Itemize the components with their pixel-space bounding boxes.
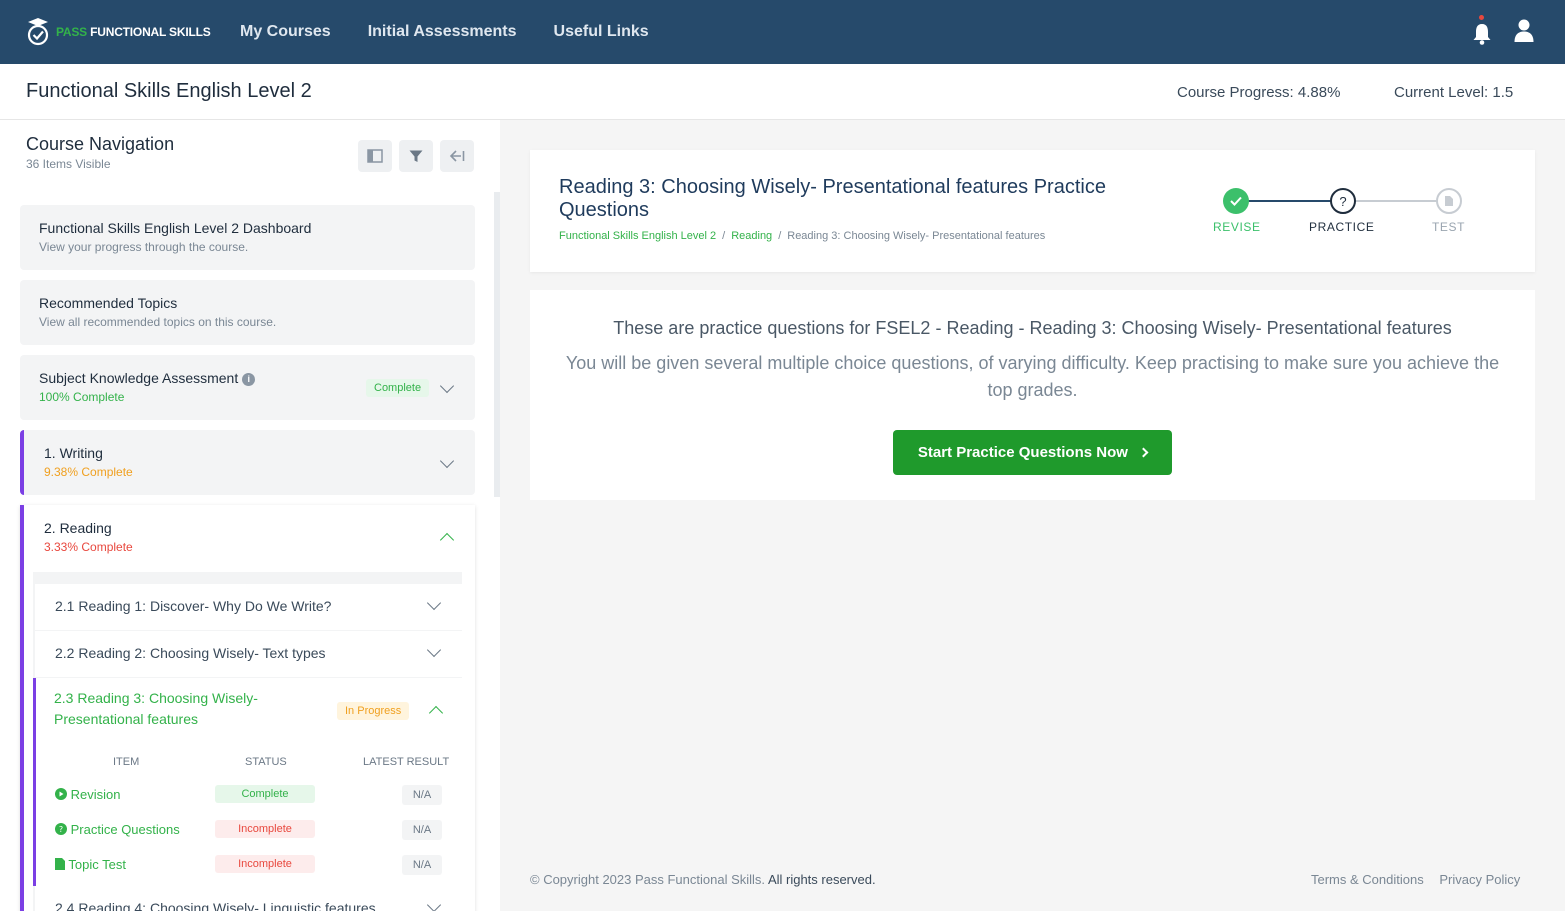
step-revise[interactable] (1223, 188, 1249, 214)
status-badge: Incomplete (215, 820, 315, 838)
status-badge: Incomplete (215, 855, 315, 873)
chevron-up-icon[interactable] (428, 705, 444, 721)
step-label-test: TEST (1432, 220, 1466, 234)
status-badge: In Progress (337, 702, 410, 720)
card-subtitle: View your progress through the course. (39, 240, 249, 254)
course-header: Functional Skills English Level 2 Course… (0, 64, 1565, 120)
card-subtitle: 100% Complete (39, 390, 125, 404)
table-header-latest-result: LATEST RESULT (363, 756, 450, 768)
card-title: 2. Reading (44, 520, 112, 536)
lesson-title: Reading 3: Choosing Wisely- Presentation… (559, 176, 1106, 221)
status-badge: Complete (215, 785, 315, 803)
step-label-practice: PRACTICE (1309, 220, 1375, 234)
table-row-topic-test[interactable]: Topic Test (55, 857, 126, 872)
logo-text-pass: PASS (56, 25, 87, 39)
practice-intro-description: You will be given several multiple choic… (565, 353, 1500, 400)
subtopic-row-active[interactable]: 2.3 Reading 3: Choosing Wisely- Presenta… (33, 678, 462, 746)
terms-link[interactable]: Terms & Conditions (1311, 872, 1424, 887)
chevron-right-icon (1138, 447, 1149, 458)
step-practice[interactable]: ? (1330, 188, 1356, 214)
question-mark-icon: ? (1339, 193, 1347, 209)
subject-knowledge-assessment-card[interactable]: Subject Knowledge Assessment i 100% Compl… (20, 355, 475, 420)
card-title: Recommended Topics (39, 295, 178, 311)
subtopic-row[interactable]: 2.2 Reading 2: Choosing Wisely- Text typ… (35, 631, 462, 677)
chevron-down-icon[interactable] (426, 642, 442, 658)
collapse-arrow-icon (449, 150, 465, 162)
step-label-revise: REVISE (1213, 220, 1261, 234)
top-navbar: PASS FUNCTIONAL SKILLS My Courses Initia… (0, 0, 1565, 64)
document-icon (55, 857, 65, 872)
footer-links: Terms & Conditions Privacy Policy (1311, 872, 1532, 887)
logo-text-functional-skills: FUNCTIONAL SKILLS (90, 25, 211, 39)
subtopic-row[interactable]: 2.1 Reading 1: Discover- Why Do We Write… (35, 584, 462, 630)
notification-dot (1479, 14, 1484, 20)
latest-result: N/A (402, 785, 442, 805)
breadcrumb: Functional Skills English Level 2/Readin… (559, 230, 1046, 242)
current-level-value: 1.5 (1492, 84, 1514, 101)
sidebar-title: Course Navigation (26, 134, 175, 154)
notification-bell-icon[interactable] (1471, 14, 1493, 47)
current-level: Current Level: 1.5 (1394, 84, 1514, 101)
table-row-practice-questions[interactable]: ? Practice Questions (55, 822, 180, 837)
privacy-link[interactable]: Privacy Policy (1439, 872, 1520, 887)
play-circle-icon (55, 787, 67, 802)
table-row-revision[interactable]: Revision (55, 787, 120, 802)
panel-icon (367, 149, 383, 163)
lesson-header-card: Reading 3: Choosing Wisely- Presentation… (530, 150, 1535, 272)
step-test[interactable] (1436, 188, 1462, 214)
breadcrumb-current: Reading 3: Choosing Wisely- Presentation… (787, 230, 1046, 242)
copyright: © Copyright 2023 Pass Functional Skills.… (530, 872, 876, 887)
card-title: 1. Writing (44, 445, 103, 461)
latest-result: N/A (402, 855, 442, 875)
chevron-up-icon[interactable] (439, 532, 455, 548)
document-icon (1445, 196, 1453, 206)
reading-card[interactable]: 2. Reading 3.33% Complete (20, 505, 475, 570)
table-header-item: ITEM (113, 756, 140, 768)
question-circle-icon: ? (55, 822, 67, 837)
info-icon[interactable]: i (242, 373, 256, 386)
breadcrumb-link-course[interactable]: Functional Skills English Level 2 (559, 230, 716, 242)
start-practice-button[interactable]: Start Practice Questions Now (893, 430, 1172, 475)
sidebar-item-count: 36 Items Visible (26, 157, 111, 171)
filter-button[interactable] (399, 140, 433, 172)
course-progress-value: 4.88% (1297, 84, 1341, 101)
practice-intro-card: These are practice questions for FSEL2 -… (530, 290, 1535, 500)
status-badge: Complete (366, 379, 430, 397)
sidebar-scrollbar[interactable] (494, 192, 500, 497)
nav-link-my-courses[interactable]: My Courses (240, 23, 331, 41)
breadcrumb-link-reading[interactable]: Reading (731, 230, 772, 242)
card-title: Functional Skills English Level 2 Dashbo… (39, 220, 312, 236)
chevron-down-icon[interactable] (439, 378, 455, 394)
check-icon (1230, 196, 1242, 206)
subtopic-row[interactable]: 2.4 Reading 4: Choosing Wisely- Linguist… (35, 886, 462, 911)
card-subtitle: 9.38% Complete (44, 465, 133, 479)
nav-link-initial-assessments[interactable]: Initial Assessments (368, 23, 517, 41)
stepper-line-done (1239, 200, 1333, 202)
dashboard-card[interactable]: Functional Skills English Level 2 Dashbo… (20, 205, 475, 270)
progress-stepper: ? REVISE PRACTICE TEST (1213, 188, 1466, 238)
card-subtitle: 3.33% Complete (44, 540, 133, 554)
graduation-cap-check-icon (26, 17, 50, 47)
filter-icon (409, 150, 423, 162)
nav-link-useful-links[interactable]: Useful Links (554, 23, 649, 41)
practice-intro-heading: These are practice questions for FSEL2 -… (613, 318, 1452, 338)
writing-card[interactable]: 1. Writing 9.38% Complete (20, 430, 475, 495)
recommended-topics-card[interactable]: Recommended Topics View all recommended … (20, 280, 475, 345)
latest-result: N/A (402, 820, 442, 840)
logo[interactable]: PASS FUNCTIONAL SKILLS (26, 17, 216, 47)
user-avatar-icon[interactable] (1513, 18, 1535, 49)
course-title: Functional Skills English Level 2 (26, 80, 312, 102)
svg-text:?: ? (59, 825, 63, 834)
stepper-line-pending (1346, 200, 1440, 202)
chevron-down-icon[interactable] (426, 897, 442, 911)
card-title: Subject Knowledge Assessment i (39, 370, 256, 386)
toggle-view-button[interactable] (358, 140, 392, 172)
card-subtitle: View all recommended topics on this cour… (39, 315, 277, 329)
course-progress: Course Progress: 4.88% (1177, 84, 1341, 101)
collapse-sidebar-button[interactable] (440, 140, 474, 172)
table-header-status: STATUS (245, 756, 287, 768)
chevron-down-icon[interactable] (426, 595, 442, 611)
chevron-down-icon[interactable] (439, 453, 455, 469)
